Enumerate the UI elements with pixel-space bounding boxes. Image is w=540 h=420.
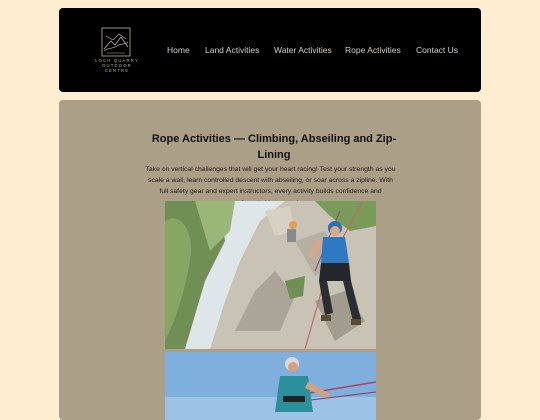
page-title: Rope Activities — Climbing, Abseiling an… (151, 133, 397, 162)
logo-text: Loch Quarry Outdoor Centre (95, 58, 139, 74)
nav-rope-activities[interactable]: Rope Activities (345, 45, 401, 55)
site-logo[interactable]: Loch Quarry Outdoor Centre (89, 26, 145, 78)
nav-home[interactable]: Home (167, 45, 190, 55)
main-content: Rope Activities — Climbing, Abseiling an… (59, 100, 481, 420)
site-header: Loch Quarry Outdoor Centre Home Land Act… (59, 8, 481, 92)
mountain-logo-icon (101, 27, 131, 57)
climbing-photo (165, 201, 376, 349)
nav-water-activities[interactable]: Water Activities (274, 45, 332, 55)
abseiling-photo (165, 352, 376, 420)
nav-land-activities[interactable]: Land Activities (205, 45, 259, 55)
nav-contact-us[interactable]: Contact Us (416, 45, 458, 55)
